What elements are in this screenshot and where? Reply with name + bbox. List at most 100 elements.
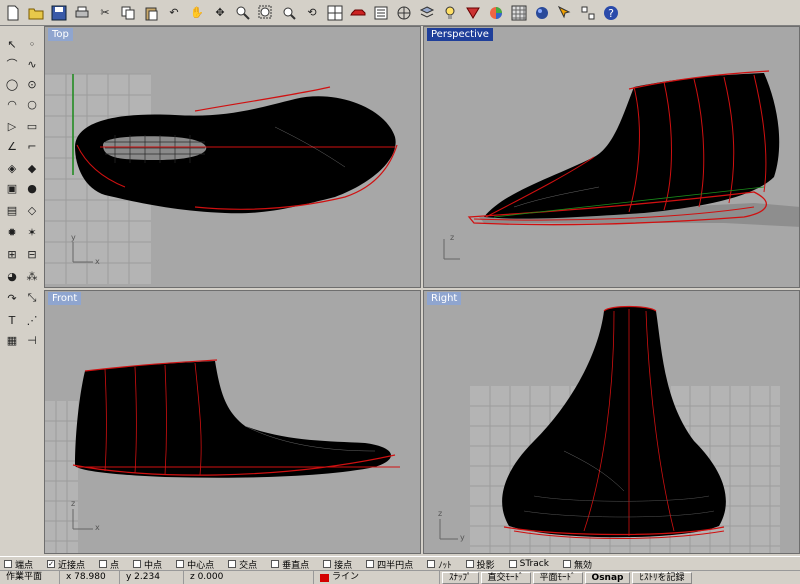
osnap-disable[interactable]: 無効 <box>562 558 592 571</box>
viewport-title-right[interactable]: Right <box>427 292 462 305</box>
osnap-checkbox[interactable] <box>4 560 12 568</box>
zoom-extents-icon[interactable] <box>280 4 298 22</box>
properties-icon[interactable] <box>372 4 390 22</box>
osnap-intersection[interactable]: 交点 <box>228 558 257 571</box>
viewport-perspective[interactable]: z Perspective <box>423 26 800 288</box>
print-icon[interactable] <box>73 4 91 22</box>
move-icon[interactable]: ✥ <box>211 4 229 22</box>
osnap-midpoint[interactable]: 中点 <box>133 558 162 571</box>
osnap-checkbox[interactable] <box>366 560 375 568</box>
undo-icon[interactable]: ↶ <box>165 4 183 22</box>
osnap-project[interactable]: 投影 <box>465 558 495 571</box>
circle-tool-icon[interactable]: ○ <box>24 96 40 112</box>
osnap-toggle-button[interactable]: Osnap <box>584 571 631 584</box>
copy-icon[interactable] <box>119 4 137 22</box>
help-icon[interactable]: ? <box>602 4 620 22</box>
record-history-button[interactable]: ﾋｽﾄﾘを記録 <box>632 571 692 584</box>
ellipse-icon[interactable]: ⊙ <box>24 76 40 92</box>
zoom-icon[interactable] <box>234 4 252 22</box>
osnap-endpoint[interactable]: 端点 <box>4 558 33 571</box>
osnap-perpendicular[interactable]: 垂直点 <box>271 558 309 571</box>
osnap-checkbox[interactable] <box>427 560 436 568</box>
osnap-checkbox[interactable]: ✓ <box>47 560 56 568</box>
options-icon[interactable] <box>579 4 597 22</box>
dimension-icon[interactable]: ⊣ <box>24 332 40 348</box>
boolean-icon[interactable]: ✶ <box>24 224 40 240</box>
viewport-top[interactable]: x y Top <box>44 26 421 288</box>
current-layer[interactable]: ライン <box>314 571 440 584</box>
viewport-area: x y Top z Perspective x z Front y z Righ… <box>44 26 800 554</box>
color-wheel-icon[interactable] <box>487 4 505 22</box>
zoom-window-icon[interactable] <box>257 4 275 22</box>
polygon-icon[interactable]: ▷ <box>4 118 20 134</box>
snap-button[interactable]: ｽﾅｯﾌﾟ <box>442 571 479 584</box>
osnap-strack[interactable]: STrack <box>508 559 549 569</box>
osnap-knot[interactable]: ﾉｯﾄ <box>427 558 452 571</box>
osnap-quadrant[interactable]: 四半円点 <box>366 558 413 571</box>
osnap-checkbox[interactable] <box>271 560 280 568</box>
four-viewports-icon[interactable] <box>326 4 344 22</box>
z-coordinate: z 0.000 <box>184 571 314 584</box>
osnap-checkbox[interactable] <box>133 560 142 568</box>
fillet-icon[interactable]: ⌐ <box>24 138 40 154</box>
osnap-center[interactable]: 中心点 <box>176 558 214 571</box>
osnap-checkbox[interactable] <box>465 560 474 568</box>
patch-icon[interactable]: ◇ <box>24 202 40 218</box>
rectangle-icon[interactable]: ▭ <box>24 118 40 134</box>
osnap-near[interactable]: ✓ 近接点 <box>47 558 85 571</box>
sphere-tool-icon[interactable]: ● <box>24 180 40 196</box>
text-icon[interactable]: T <box>4 312 20 328</box>
viewport-title-top[interactable]: Top <box>48 28 73 41</box>
surface-icon[interactable]: ◈ <box>4 160 20 176</box>
split-icon[interactable]: ⊟ <box>24 246 40 262</box>
osnap-point[interactable]: 点 <box>99 558 119 571</box>
cut-icon[interactable]: ✂ <box>96 4 114 22</box>
save-icon[interactable] <box>50 4 68 22</box>
sphere-icon[interactable] <box>533 4 551 22</box>
target-icon[interactable] <box>395 4 413 22</box>
join-icon[interactable]: ◕ <box>4 268 20 284</box>
osnap-checkbox[interactable] <box>562 560 571 568</box>
point-icon[interactable]: ◦ <box>24 36 40 52</box>
viewport-title-front[interactable]: Front <box>48 292 82 305</box>
box-icon[interactable]: ▣ <box>4 180 20 196</box>
car-icon[interactable] <box>349 4 367 22</box>
rotate-icon[interactable]: ↷ <box>4 290 20 306</box>
open-folder-icon[interactable] <box>27 4 45 22</box>
svg-text:?: ? <box>608 7 614 20</box>
osnap-checkbox[interactable] <box>176 560 185 568</box>
osnap-checkbox[interactable] <box>228 560 237 568</box>
viewport-title-perspective[interactable]: Perspective <box>427 28 493 41</box>
scale-icon[interactable]: ⤡ <box>24 290 40 306</box>
loft-icon[interactable]: ◆ <box>24 160 40 176</box>
array-icon[interactable]: ⋰ <box>24 312 40 328</box>
group-icon[interactable]: ⁂ <box>24 268 40 284</box>
circle-icon[interactable]: ◯ <box>4 76 20 92</box>
pan-hand-icon[interactable]: ✋ <box>188 4 206 22</box>
curve-edit-icon[interactable]: ∠ <box>4 138 20 154</box>
viewport-front[interactable]: x z Front <box>44 290 421 554</box>
osnap-checkbox[interactable] <box>508 560 517 568</box>
rotate-view-icon[interactable]: ⟲ <box>303 4 321 22</box>
select-arrow-icon[interactable]: ↖ <box>4 36 20 52</box>
render-icon[interactable] <box>464 4 482 22</box>
grid-icon[interactable] <box>510 4 528 22</box>
cylinder-icon[interactable]: ▤ <box>4 202 20 218</box>
pointer-icon[interactable] <box>556 4 574 22</box>
layer-icon[interactable] <box>418 4 436 22</box>
transform-icon[interactable]: ⊞ <box>4 246 20 262</box>
arc-icon[interactable]: ◠ <box>4 96 20 112</box>
new-file-icon[interactable] <box>4 4 22 22</box>
paste-icon[interactable] <box>142 4 160 22</box>
polyline-icon[interactable]: ⌒ <box>4 56 20 72</box>
ortho-button[interactable]: 直交ﾓｰﾄﾞ <box>480 571 531 584</box>
curve-icon[interactable]: ∿ <box>24 56 40 72</box>
gear-icon[interactable]: ✹ <box>4 224 20 240</box>
solid-icon[interactable]: ▦ <box>4 332 20 348</box>
viewport-right[interactable]: y z Right <box>423 290 800 554</box>
osnap-tangent[interactable]: 接点 <box>323 558 352 571</box>
osnap-checkbox[interactable] <box>99 560 108 568</box>
osnap-checkbox[interactable] <box>323 560 332 568</box>
light-icon[interactable] <box>441 4 459 22</box>
planar-button[interactable]: 平面ﾓｰﾄﾞ <box>532 571 583 584</box>
